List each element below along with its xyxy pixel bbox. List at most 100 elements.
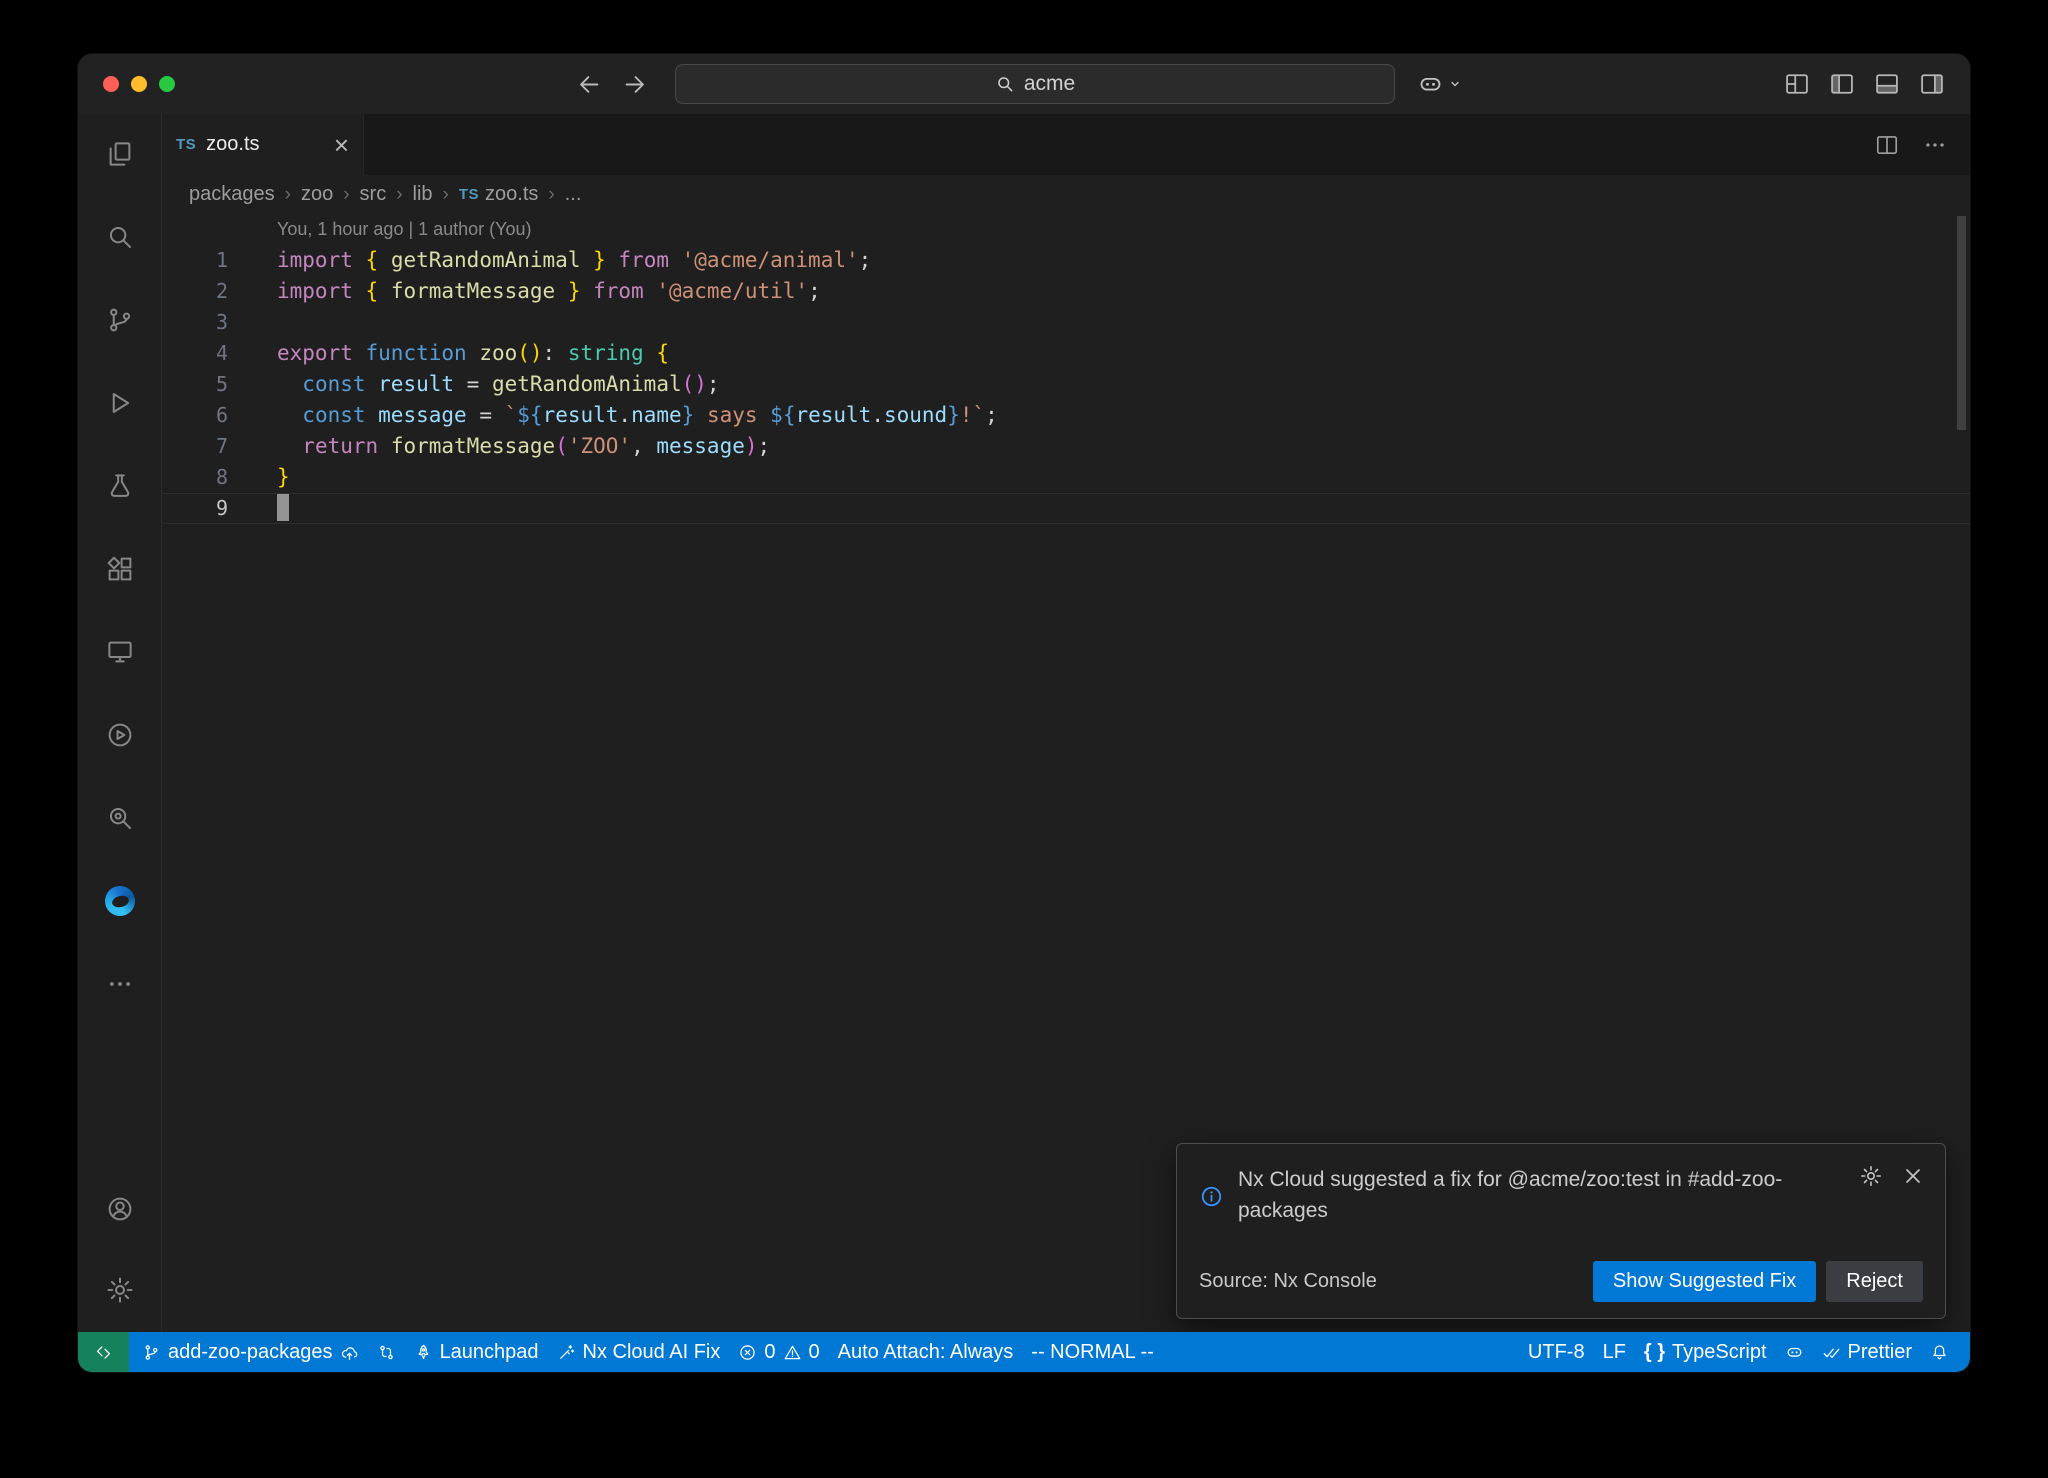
editor-more-actions-button[interactable] (1922, 132, 1948, 158)
more-icon (1922, 132, 1948, 158)
code-line-3[interactable]: 3 (162, 307, 1970, 338)
line-number: 4 (162, 338, 228, 369)
activitybar-item-explorer[interactable] (78, 126, 162, 182)
code-line-7[interactable]: 7 return formatMessage('ZOO', message); (162, 431, 1970, 462)
code-line-6[interactable]: 6 const message = `${result.name} says $… (162, 400, 1970, 431)
wand-icon (557, 1343, 576, 1362)
settings-gear-icon (105, 1275, 135, 1305)
activitybar-item-edge-browser[interactable] (78, 873, 162, 929)
problems-item[interactable]: 00 (729, 1332, 828, 1372)
activitybar-item-source-control[interactable] (78, 292, 162, 348)
search-icon (105, 222, 135, 252)
activitybar-item-settings-gear[interactable] (78, 1262, 162, 1318)
code-line-9[interactable]: 9 (162, 493, 1970, 524)
status-label: 0 (764, 1341, 775, 1364)
show-suggested-fix-button[interactable]: Show Suggested Fix (1593, 1261, 1816, 1302)
nx-cloud-ai-fix-item[interactable]: Nx Cloud AI Fix (548, 1332, 730, 1372)
breadcrumb-item[interactable]: ... (565, 183, 582, 206)
git-compare-icon (377, 1343, 396, 1362)
tab-bar: TS zoo.ts × (162, 114, 1970, 175)
code-line-5[interactable]: 5 const result = getRandomAnimal(); (162, 369, 1970, 400)
breadcrumb-item[interactable]: src (360, 183, 387, 206)
launchpad-item[interactable]: Launchpad (405, 1332, 548, 1372)
prettier-item[interactable]: Prettier (1813, 1332, 1921, 1372)
toggle-panel-button[interactable] (1873, 70, 1901, 98)
testing-icon (105, 471, 135, 501)
activitybar-item-nx-console[interactable] (78, 707, 162, 763)
status-label: -- NORMAL -- (1031, 1341, 1154, 1364)
activity-bar (78, 114, 162, 1332)
edge-browser-icon (105, 886, 135, 916)
breadcrumb: packages›zoo›src›lib›TSzoo.ts›... (162, 175, 1970, 214)
status-label: LF (1603, 1341, 1626, 1364)
remote-explorer-icon (105, 637, 135, 667)
reject-button[interactable]: Reject (1826, 1261, 1923, 1302)
notification-settings-button[interactable] (1859, 1164, 1883, 1188)
tab-zoo-ts[interactable]: TS zoo.ts × (162, 114, 364, 175)
minimize-window-button[interactable] (131, 76, 147, 92)
copilot-menu-button[interactable] (1417, 54, 1464, 114)
activitybar-item-accounts[interactable] (78, 1181, 162, 1237)
encoding-item[interactable]: UTF-8 (1519, 1332, 1594, 1372)
close-tab-icon[interactable]: × (334, 132, 349, 158)
git-compare-item[interactable] (368, 1332, 405, 1372)
activitybar-item-search[interactable] (78, 209, 162, 265)
braces-icon: { } (1644, 1341, 1665, 1364)
customize-layout-icon (1783, 70, 1811, 98)
code-line-1[interactable]: 1import { getRandomAnimal } from '@acme/… (162, 245, 1970, 276)
line-number: 7 (162, 431, 228, 462)
breadcrumb-item[interactable]: zoo (301, 183, 333, 206)
status-label: add-zoo-packages (168, 1341, 333, 1364)
customize-layout-button[interactable] (1783, 70, 1811, 98)
command-center-search[interactable]: acme (675, 64, 1395, 104)
code-line-4[interactable]: 4export function zoo(): string { (162, 338, 1970, 369)
vim-mode-item[interactable]: -- NORMAL -- (1022, 1332, 1163, 1372)
code-line-8[interactable]: 8} (162, 462, 1970, 493)
activitybar-item-run-debug[interactable] (78, 375, 162, 431)
notification-close-button[interactable] (1901, 1164, 1925, 1188)
code-line-2[interactable]: 2import { formatMessage } from '@acme/ut… (162, 276, 1970, 307)
editor-scrollbar[interactable] (1957, 216, 1966, 430)
split-editor-icon (1874, 132, 1900, 158)
remote-icon (94, 1343, 113, 1362)
activitybar-item-testing[interactable] (78, 458, 162, 514)
gear-icon (1859, 1164, 1883, 1188)
line-number: 2 (162, 276, 228, 307)
line-number: 1 (162, 245, 228, 276)
copilot-item[interactable] (1776, 1332, 1813, 1372)
breadcrumb-item[interactable]: lib (413, 183, 433, 206)
bell-item[interactable] (1921, 1332, 1958, 1372)
gitlens-blame[interactable]: You, 1 hour ago | 1 author (You) (277, 214, 532, 245)
nx-console-icon (105, 720, 135, 750)
toggle-secondary-sidebar-button[interactable] (1918, 70, 1946, 98)
branch-item[interactable]: add-zoo-packages (133, 1332, 368, 1372)
breadcrumb-item[interactable]: TSzoo.ts (459, 183, 539, 206)
line-number: 6 (162, 400, 228, 431)
code-search-icon (105, 803, 135, 833)
navigate-back-button[interactable] (576, 71, 603, 98)
maximize-window-button[interactable] (159, 76, 175, 92)
rocket-icon (414, 1343, 433, 1362)
activitybar-item-more[interactable] (78, 956, 162, 1012)
close-icon (1901, 1164, 1925, 1188)
toggle-primary-sidebar-button[interactable] (1828, 70, 1856, 98)
copilot-icon (1417, 71, 1444, 98)
bell-icon (1930, 1343, 1949, 1362)
notification-source: Source: Nx Console (1199, 1270, 1377, 1293)
navigate-forward-button[interactable] (621, 71, 648, 98)
breadcrumb-separator: › (343, 184, 349, 206)
remote-indicator[interactable] (78, 1332, 129, 1372)
close-window-button[interactable] (103, 76, 119, 92)
notification-toast: Nx Cloud suggested a fix for @acme/zoo:t… (1176, 1143, 1946, 1319)
activitybar-item-extensions[interactable] (78, 541, 162, 597)
toggle-panel-icon (1873, 70, 1901, 98)
split-editor-button[interactable] (1874, 132, 1900, 158)
activitybar-item-code-search[interactable] (78, 790, 162, 846)
auto-attach-item[interactable]: Auto Attach: Always (829, 1332, 1023, 1372)
status-label: Nx Cloud AI Fix (583, 1341, 721, 1364)
breadcrumb-item[interactable]: packages (189, 183, 275, 206)
language-item[interactable]: { }TypeScript (1635, 1332, 1776, 1372)
activitybar-item-remote-explorer[interactable] (78, 624, 162, 680)
eol-item[interactable]: LF (1594, 1332, 1635, 1372)
status-bar: add-zoo-packages Launchpad Nx Cloud AI Fix… (78, 1332, 1970, 1372)
